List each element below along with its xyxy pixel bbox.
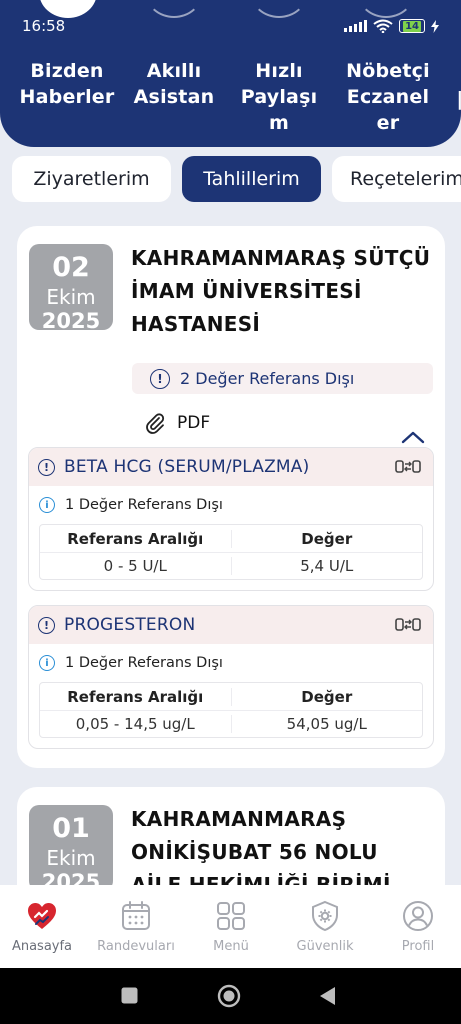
info-icon: i: [39, 655, 55, 671]
test-header: ! BETA HCG (SERUM/PLAZMA): [29, 448, 433, 486]
test-note-text: 1 Değer Referans Dışı: [65, 497, 223, 513]
user-circle-icon: [403, 901, 433, 931]
date-month: Ekim: [46, 285, 96, 309]
app-header: 16:58 14 Bizden Haberler Akıllı Asistan …: [0, 0, 461, 147]
tab-label: Reçetelerim: [350, 168, 461, 190]
result-table: Referans Aralığı Değer 0 - 5 U/L 5,4 U/L: [39, 524, 423, 580]
col-value: Değer: [230, 687, 423, 706]
info-icon: i: [39, 497, 55, 513]
test-note: i 1 Değer Referans Dışı: [29, 486, 433, 524]
tab-label: Ziyaretlerim: [33, 168, 150, 190]
nav-security[interactable]: Güvenlik: [279, 885, 371, 968]
table-header: Referans Aralığı Değer: [40, 525, 422, 552]
nav-label: Randevuları: [97, 939, 175, 954]
signal-icon: [344, 20, 368, 32]
shield-gear-icon: [312, 900, 338, 932]
quick-item-label: Nöbetçi Eczanel er: [346, 60, 430, 134]
col-reference: Referans Aralığı: [67, 529, 204, 548]
hospital-name: KAHRAMANMARAŞ SÜTÇÜ İMAM ÜNİVERSİTESİ HA…: [131, 246, 431, 336]
grid-icon: [217, 902, 245, 930]
back-icon[interactable]: [319, 986, 337, 1006]
quick-item-label: Akıllı Asistan: [133, 60, 215, 108]
warning-icon: !: [150, 368, 170, 389]
lab-visit-card[interactable]: 02 Ekim 2025 KAHRAMANMARAŞ SÜTÇÜ İMAM ÜN…: [17, 226, 445, 768]
recents-icon[interactable]: [121, 987, 138, 1004]
home-icon[interactable]: [217, 984, 241, 1008]
paperclip-icon: [146, 413, 165, 434]
tab-bar: Ziyaretlerim Tahlillerim Reçetelerim: [12, 156, 461, 202]
nav-label: Menü: [213, 939, 249, 954]
chevron-up-icon[interactable]: [401, 430, 425, 444]
test-header: ! PROGESTERON: [29, 606, 433, 644]
quick-item-pharmacy[interactable]: Nöbetçi Eczanel er: [332, 58, 444, 136]
tab-prescriptions[interactable]: Reçetelerim: [332, 156, 461, 202]
test-name: BETA HCG (SERUM/PLAZMA): [64, 457, 310, 477]
table-row: 0 - 5 U/L 5,4 U/L: [40, 552, 422, 579]
col-value: Değer: [230, 529, 423, 548]
warning-icon: !: [38, 458, 55, 476]
test-result-card[interactable]: ! BETA HCG (SERUM/PLAZMA) i 1 Değer Refe…: [28, 447, 434, 591]
date-badge: 02 Ekim 2025: [29, 244, 113, 330]
system-nav-bar: [0, 968, 461, 1024]
bottom-nav: Anasayfa Randevuları Menü Güvenlik Profi…: [0, 885, 461, 968]
quick-menu: Bizden Haberler Akıllı Asistan Hızlı Pay…: [0, 58, 461, 144]
calendar-icon: [122, 901, 150, 930]
date-day: 02: [52, 252, 90, 283]
out-of-range-summary: ! 2 Değer Referans Dışı: [132, 363, 433, 394]
quick-item-label: Bizden Haberler: [19, 60, 115, 108]
date-badge: 01 Ekim 2025: [29, 805, 113, 891]
quick-item-news[interactable]: Bizden Haberler: [14, 58, 120, 110]
tab-label: Tahlillerim: [203, 168, 300, 190]
battery-level: 14: [403, 20, 421, 32]
col-reference: Referans Aralığı: [67, 687, 204, 706]
status-bar: 16:58 14: [22, 14, 439, 38]
date-month: Ekim: [46, 846, 96, 870]
nav-label: Anasayfa: [11, 939, 73, 954]
nav-label: Profil: [401, 939, 435, 954]
compare-icon[interactable]: [395, 458, 421, 475]
table-header: Referans Aralığı Değer: [40, 683, 422, 710]
tab-visits[interactable]: Ziyaretlerim: [12, 156, 171, 202]
result-value: 54,05 ug/L: [230, 715, 423, 733]
date-day: 01: [52, 813, 90, 844]
nav-home[interactable]: Anasayfa: [0, 885, 88, 968]
status-time: 16:58: [22, 17, 66, 35]
result-table: Referans Aralığı Değer 0,05 - 14,5 ug/L …: [39, 682, 423, 738]
table-row: 0,05 - 14,5 ug/L 54,05 ug/L: [40, 710, 422, 737]
quick-item-label: Hızlı Paylaşı m: [240, 60, 318, 134]
home-heart-icon: [28, 903, 56, 929]
pdf-button[interactable]: PDF: [145, 412, 210, 434]
test-note-text: 1 Değer Referans Dışı: [65, 655, 223, 671]
warning-icon: !: [38, 616, 55, 634]
reference-range: 0,05 - 14,5 ug/L: [75, 715, 195, 733]
warning-text: 2 Değer Referans Dışı: [180, 369, 355, 388]
reference-range: 0 - 5 U/L: [103, 557, 167, 575]
nav-profile[interactable]: Profil: [372, 885, 461, 968]
quick-item-share[interactable]: Hızlı Paylaşı m: [228, 58, 330, 136]
nav-appointments[interactable]: Randevuları: [90, 885, 182, 968]
tab-tests[interactable]: Tahlillerim: [182, 156, 321, 202]
pdf-label: PDF: [177, 413, 211, 433]
battery-icon: 14: [399, 19, 425, 33]
test-result-card[interactable]: ! PROGESTERON i 1 Değer Referans Dışı Re…: [28, 605, 434, 749]
nav-menu[interactable]: Menü: [185, 885, 277, 968]
nav-label: Güvenlik: [296, 939, 354, 954]
charging-icon: [431, 19, 439, 33]
test-name: PROGESTERON: [64, 615, 196, 635]
quick-item-assistant[interactable]: Akıllı Asistan: [122, 58, 226, 110]
test-note: i 1 Değer Referans Dışı: [29, 644, 433, 682]
wifi-icon: [373, 19, 393, 33]
result-value: 5,4 U/L: [230, 557, 423, 575]
date-year: 2025: [41, 309, 101, 330]
quick-item-partial[interactable]: |: [455, 86, 461, 112]
compare-icon[interactable]: [395, 616, 421, 633]
